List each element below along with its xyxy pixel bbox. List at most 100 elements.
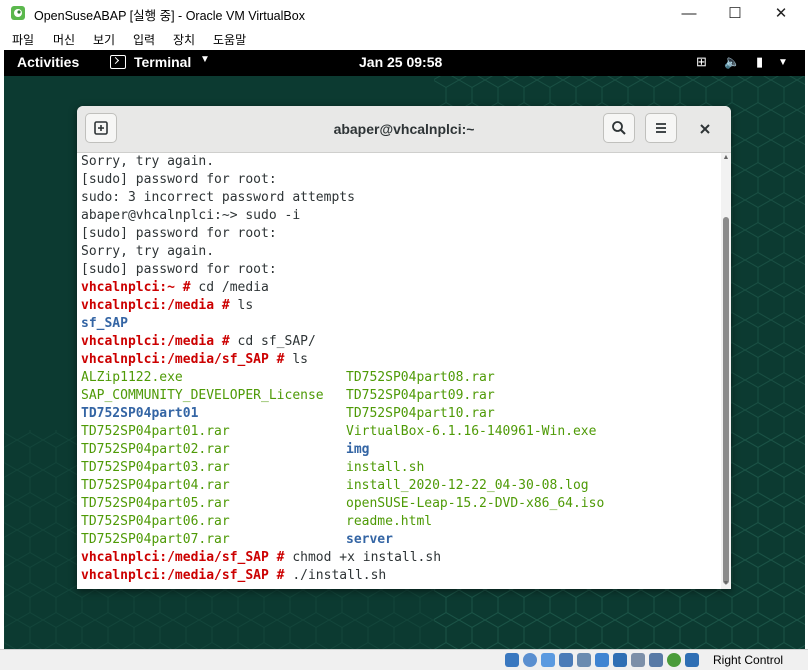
- audio-icon[interactable]: [541, 653, 555, 667]
- output-text: [sudo] password for root:: [81, 172, 277, 187]
- shell-prompt: vhcalnplci:/media #: [81, 334, 238, 349]
- directory-entry: server: [346, 532, 393, 547]
- menu-input[interactable]: 입력: [133, 31, 155, 48]
- app-menu-terminal[interactable]: Terminal: [134, 54, 191, 70]
- terminal-line: TD752SP04part07.rar server: [81, 531, 393, 549]
- recording-icon[interactable]: [631, 653, 645, 667]
- output-text: sudo: 3 incorrect password attempts: [81, 190, 355, 205]
- terminal-close-button[interactable]: [693, 117, 717, 141]
- output-text: cd /media: [198, 280, 269, 295]
- output-text: cd sf_SAP/: [237, 334, 316, 349]
- virtualbox-title-bar: OpenSuseABAP [실행 중] - Oracle VM VirtualB…: [0, 0, 808, 26]
- output-text: [sudo] password for root:: [81, 262, 277, 277]
- file-entry: TD752SP04part03.rar: [81, 460, 230, 475]
- terminal-line: vhcalnplci:/media # ls: [81, 297, 253, 315]
- terminal-line: TD752SP04part04.rar install_2020-12-22_04…: [81, 477, 589, 495]
- terminal-line: vhcalnplci:/media # cd sf_SAP/: [81, 333, 316, 351]
- terminal-line: vhcalnplci:~ # cd /media: [81, 279, 269, 297]
- scroll-down-arrow-icon[interactable]: ▼: [721, 579, 731, 589]
- menu-machine[interactable]: 머신: [53, 31, 75, 48]
- network-icon[interactable]: ⊞: [696, 54, 707, 70]
- shell-prompt: vhcalnplci:/media #: [81, 298, 238, 313]
- file-entry: TD752SP04part09.rar: [346, 388, 495, 403]
- shell-prompt: vhcalnplci:~ #: [81, 280, 199, 295]
- file-entry: TD752SP04part10.rar: [346, 406, 495, 421]
- file-entry: TD752SP04part07.rar: [81, 532, 230, 547]
- shell-prompt: vhcalnplci:/media/sf_SAP #: [81, 568, 293, 583]
- file-entry: install.sh: [346, 460, 425, 475]
- terminal-line: vhcalnplci:/media/sf_SAP # chmod +x inst…: [81, 549, 441, 567]
- menu-file[interactable]: 파일: [12, 31, 34, 48]
- terminal-line: sudo: 3 incorrect password attempts: [81, 189, 355, 207]
- file-entry: VirtualBox-6.1.16-140961-Win.exe: [346, 424, 597, 439]
- terminal-line: vhcalnplci:/media/sf_SAP # ls: [81, 351, 308, 369]
- output-text: ./install.sh: [292, 568, 387, 583]
- hard-disk-icon[interactable]: [505, 653, 519, 667]
- network-adapter-icon[interactable]: [559, 653, 573, 667]
- guest-additions-icon[interactable]: [667, 653, 681, 667]
- output-text: ls: [292, 352, 308, 367]
- host-key-label: Right Control: [713, 653, 784, 667]
- search-button[interactable]: [603, 113, 635, 143]
- file-entry: TD752SP04part05.rar: [81, 496, 230, 511]
- terminal-app-icon: [110, 55, 126, 69]
- terminal-line: Sorry, try again.: [81, 243, 214, 261]
- terminal-line: TD752SP04part05.rar openSUSE-Leap-15.2-DV…: [81, 495, 604, 513]
- hamburger-menu-button[interactable]: [645, 113, 677, 143]
- terminal-line: TD752SP04part01 TD752SP04part10.rar: [81, 405, 495, 423]
- shell-prompt: vhcalnplci:/media/sf_SAP #: [81, 352, 293, 367]
- volume-icon[interactable]: 🔈: [724, 54, 740, 70]
- chevron-down-icon: ▼: [200, 54, 210, 65]
- clock[interactable]: Jan 25 09:58: [359, 54, 442, 70]
- file-entry: readme.html: [346, 514, 433, 529]
- minimize-button[interactable]: —: [666, 0, 712, 26]
- output-text: [sudo] password for root:: [81, 226, 277, 241]
- hamburger-icon: [656, 123, 666, 133]
- terminal-line: [sudo] password for root:: [81, 171, 277, 189]
- file-entry: openSUSE-Leap-15.2-DVD-x86_64.iso: [346, 496, 605, 511]
- shared-folders-icon[interactable]: [595, 653, 609, 667]
- mouse-integration-icon[interactable]: [685, 653, 699, 667]
- system-menu-chevron-icon[interactable]: ▼: [778, 57, 788, 68]
- virtualbox-menu-bar: 파일 머신 보기 입력 장치 도움말: [0, 26, 808, 50]
- output-text: Sorry, try again.: [81, 244, 215, 259]
- menu-help[interactable]: 도움말: [213, 31, 246, 48]
- battery-icon[interactable]: ▮: [756, 54, 763, 70]
- file-entry: TD752SP04part04.rar: [81, 478, 230, 493]
- gnome-top-bar: Activities Terminal ▼ Jan 25 09:58 ⊞ 🔈 ▮…: [4, 50, 805, 76]
- terminal-output[interactable]: Sorry, try again. [sudo] password for roo…: [77, 153, 719, 589]
- close-icon: [700, 124, 710, 134]
- window-title: OpenSuseABAP [실행 중] - Oracle VM VirtualB…: [34, 9, 305, 23]
- optical-drive-icon[interactable]: [523, 653, 537, 667]
- opensuse-app-icon: [11, 6, 25, 20]
- terminal-line: TD752SP04part06.rar readme.html: [81, 513, 432, 531]
- terminal-line: abaper@vhcalnplci:~> sudo -i: [81, 207, 300, 225]
- directory-entry: img: [346, 442, 370, 457]
- terminal-window[interactable]: abaper@vhcalnplci:~ Sorry, try again. [s…: [77, 106, 731, 589]
- file-entry: install_2020-12-22_04-30-08.log: [346, 478, 589, 493]
- vm-display[interactable]: Activities Terminal ▼ Jan 25 09:58 ⊞ 🔈 ▮…: [4, 50, 805, 649]
- scrollbar-thumb[interactable]: [723, 217, 729, 584]
- terminal-line: TD752SP04part02.rar img: [81, 441, 369, 459]
- terminal-scrollbar[interactable]: ▲ ▼: [721, 153, 731, 589]
- file-entry: TD752SP04part02.rar: [81, 442, 230, 457]
- display-icon[interactable]: [613, 653, 627, 667]
- terminal-line: vhcalnplci:/media/sf_SAP # ./install.sh: [81, 567, 386, 585]
- terminal-line: SAP_COMMUNITY_DEVELOPER_License TD752SP04…: [81, 387, 495, 405]
- menu-view[interactable]: 보기: [93, 31, 115, 48]
- usb-icon[interactable]: [577, 653, 591, 667]
- terminal-line: sf_SAP: [81, 315, 128, 333]
- close-button[interactable]: ✕: [758, 0, 804, 26]
- virtualization-icon[interactable]: [649, 653, 663, 667]
- terminal-line: [sudo] password for root:: [81, 261, 277, 279]
- directory-entry: sf_SAP: [81, 316, 128, 331]
- activities-button[interactable]: Activities: [17, 54, 79, 70]
- maximize-button[interactable]: ☐: [712, 0, 758, 26]
- terminal-line: TD752SP04part03.rar install.sh: [81, 459, 424, 477]
- output-text: chmod +x install.sh: [292, 550, 442, 565]
- file-entry: TD752SP04part06.rar: [81, 514, 230, 529]
- output-text: Sorry, try again.: [81, 154, 215, 169]
- scroll-up-arrow-icon[interactable]: ▲: [721, 153, 731, 163]
- menu-devices[interactable]: 장치: [173, 31, 195, 48]
- terminal-line: [sudo] password for root:: [81, 225, 277, 243]
